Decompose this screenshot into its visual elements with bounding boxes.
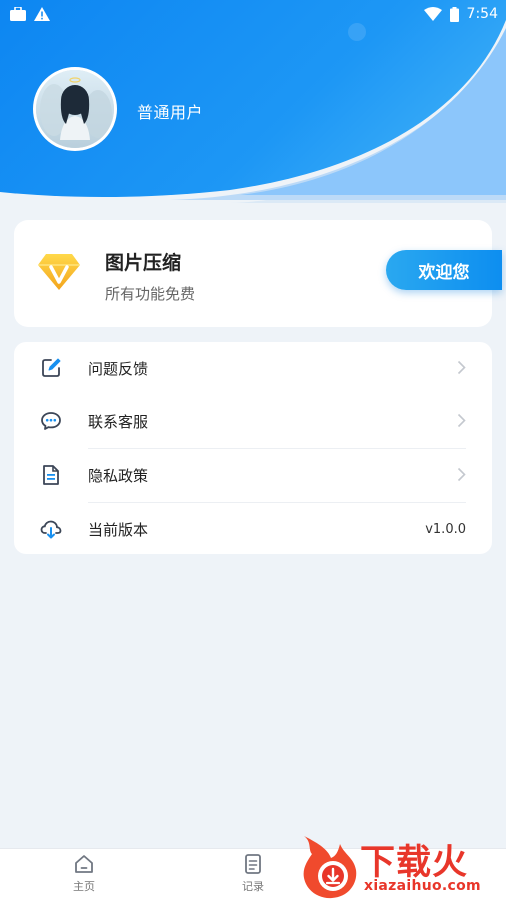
wifi-icon — [423, 7, 442, 21]
edit-icon — [42, 358, 61, 377]
promo-subtitle: 所有功能免费 — [105, 285, 196, 303]
home-icon — [75, 855, 93, 873]
menu-item-label: 问题反馈 — [88, 360, 149, 378]
nav-label: 主页 — [73, 880, 95, 893]
profile-header: 7:54 普通用户 — [0, 0, 506, 205]
menu-item-version[interactable]: 当前版本 v1.0.0 — [14, 503, 492, 556]
settings-menu: 问题反馈 联系客服 隐私政策 当前版本 v1.0.0 — [14, 342, 492, 554]
briefcase-icon — [10, 7, 26, 21]
chevron-right-icon — [457, 467, 466, 482]
menu-item-customer-service[interactable]: 联系客服 — [14, 395, 492, 448]
menu-item-feedback[interactable]: 问题反馈 — [14, 342, 492, 395]
status-bar: 7:54 — [0, 0, 506, 28]
chevron-right-icon — [457, 413, 466, 428]
avatar-image — [36, 70, 114, 148]
flame-logo-icon — [303, 836, 357, 899]
battery-icon — [449, 6, 459, 22]
vip-diamond-icon — [38, 254, 80, 290]
welcome-button[interactable]: 欢迎您 — [386, 250, 502, 290]
avatar[interactable] — [33, 67, 117, 151]
chevron-right-icon — [457, 360, 466, 375]
document-icon — [43, 465, 59, 485]
user-name[interactable]: 普通用户 — [137, 99, 203, 123]
warning-icon — [34, 7, 50, 21]
nav-label: 记录 — [242, 880, 264, 893]
menu-item-label: 隐私政策 — [88, 467, 149, 485]
watermark: 下载火 xiazaihuo.com — [298, 832, 506, 900]
status-time: 7:54 — [466, 6, 498, 22]
promo-title: 图片压缩 — [105, 252, 182, 274]
menu-item-privacy-policy[interactable]: 隐私政策 — [14, 449, 492, 502]
watermark-url: xiazaihuo.com — [364, 878, 481, 894]
menu-item-label: 联系客服 — [88, 413, 149, 431]
version-value: v1.0.0 — [425, 522, 466, 537]
chat-icon — [41, 412, 61, 430]
nav-item-home[interactable]: 主页 — [54, 853, 114, 894]
nav-item-record[interactable]: 记录 — [223, 853, 283, 894]
cloud-download-icon — [40, 520, 62, 539]
record-icon — [245, 854, 261, 874]
menu-item-label: 当前版本 — [88, 521, 149, 539]
